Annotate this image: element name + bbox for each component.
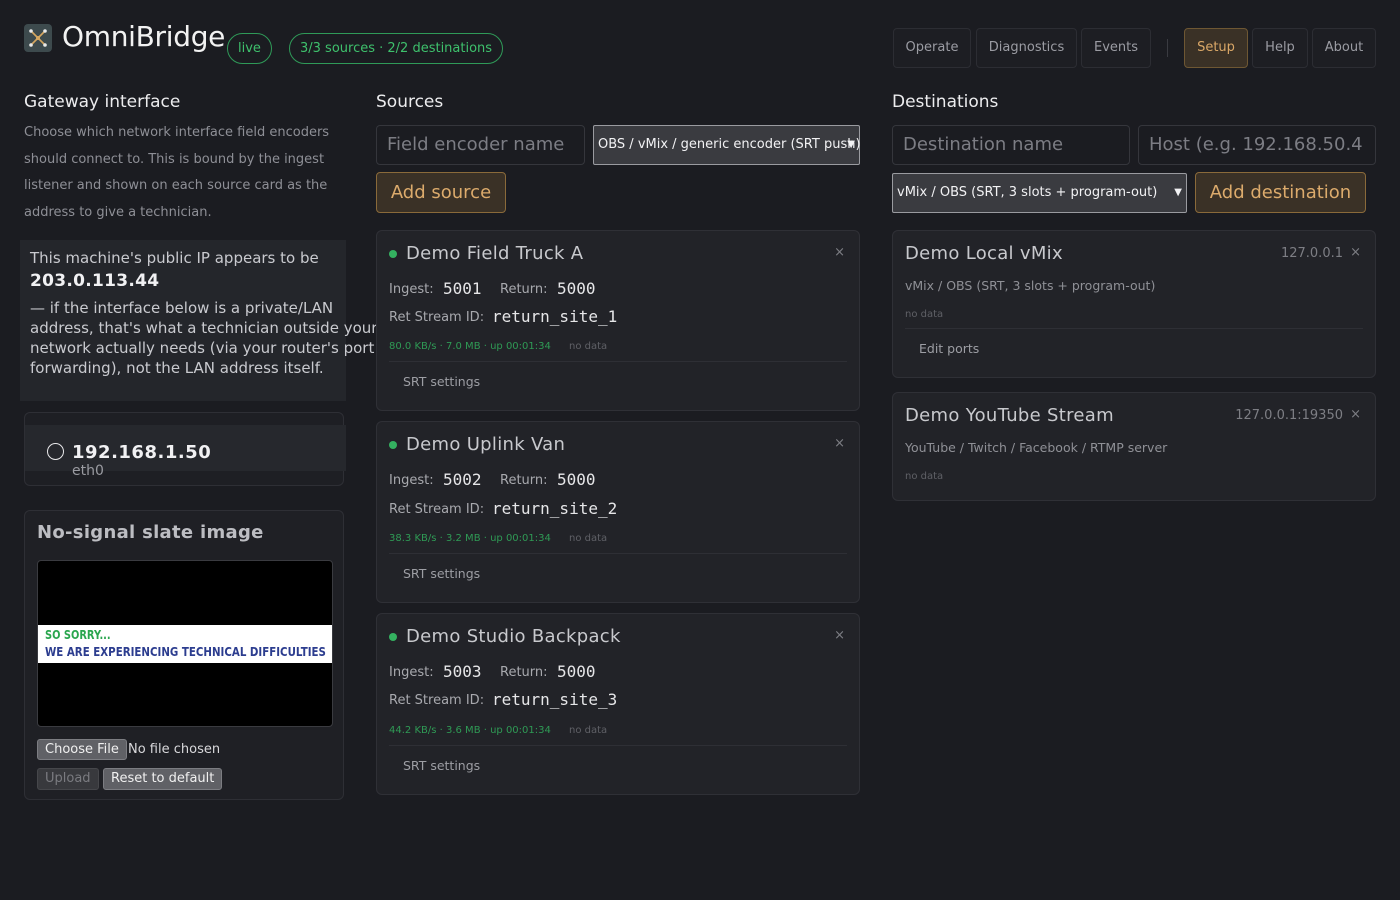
interface-ip: 192.168.1.50 <box>72 442 212 463</box>
destination-name: Demo Local vMix <box>905 243 1063 264</box>
ingest-port: 5003 <box>443 662 482 681</box>
nav-help[interactable]: Help <box>1252 28 1308 68</box>
destination-type: YouTube / Twitch / Facebook / RTMP serve… <box>905 440 1168 455</box>
no-data-text: no data <box>569 725 608 736</box>
source-card: Demo Field Truck A × Ingest: 5001 Return… <box>376 230 860 411</box>
ingest-label: Ingest: <box>389 282 434 297</box>
ingest-port: 5002 <box>443 470 482 489</box>
close-icon[interactable]: × <box>834 245 845 260</box>
slate-preview-image: SO SORRY... WE ARE EXPERIENCING TECHNICA… <box>37 560 333 727</box>
source-type-select[interactable]: OBS / vMix / generic encoder (SRT push) … <box>593 125 861 165</box>
return-port: 5000 <box>557 279 596 298</box>
stream-id-label: Ret Stream ID: <box>389 310 485 325</box>
gateway-section-title: Gateway interface <box>24 92 181 112</box>
source-card: Demo Uplink Van × Ingest: 5002 Return: 5… <box>376 421 860 603</box>
destination-type-select[interactable]: vMix / OBS (SRT, 3 slots + program-out) … <box>892 173 1187 213</box>
gateway-description: Choose which network interface field enc… <box>24 125 330 220</box>
source-name: Demo Field Truck A <box>406 243 584 264</box>
file-status-text: No file chosen <box>128 742 221 757</box>
destination-type: vMix / OBS (SRT, 3 slots + program-out) <box>905 278 1156 293</box>
return-port: 5000 <box>557 662 596 681</box>
interface-radio[interactable] <box>47 443 64 460</box>
destination-type-value: vMix / OBS (SRT, 3 slots + program-out) <box>897 185 1158 200</box>
slate-text-line2: WE ARE EXPERIENCING TECHNICAL DIFFICULTI… <box>45 644 326 659</box>
status-dot <box>389 633 397 641</box>
source-destination-summary-badge: 3/3 sources · 2/2 destinations <box>289 33 504 64</box>
destination-host-input[interactable]: Host (e.g. 192.168.50.4 <box>1138 125 1376 165</box>
stream-id-label: Ret Stream ID: <box>389 502 485 517</box>
status-dot <box>389 441 397 449</box>
stream-id-value: return_site_2 <box>492 499 618 518</box>
add-source-button[interactable]: Add source <box>376 172 506 213</box>
no-data-text: no data <box>905 309 944 320</box>
ingest-label: Ingest: <box>389 473 434 488</box>
return-label: Return: <box>500 665 548 680</box>
stream-stats: 80.0 KB/s · 7.0 MB · up 00:01:34 <box>389 341 551 352</box>
public-ip-prefix: This machine's public IP appears to be <box>30 249 319 267</box>
interface-name: eth0 <box>72 463 104 479</box>
stream-id-value: return_site_1 <box>492 307 618 326</box>
public-ip-note: — if the interface below is a private/LA… <box>30 299 378 377</box>
source-name: Demo Studio Backpack <box>406 626 621 647</box>
stream-id-label: Ret Stream ID: <box>389 693 485 708</box>
edit-ports-toggle[interactable]: Edit ports <box>919 341 979 356</box>
chevron-down-icon: ▼ <box>847 139 855 150</box>
no-data-text: no data <box>569 533 608 544</box>
destinations-section-title: Destinations <box>892 92 999 112</box>
choose-file-button[interactable]: Choose File <box>37 739 127 760</box>
add-destination-button[interactable]: Add destination <box>1195 172 1366 213</box>
destination-name: Demo YouTube Stream <box>905 405 1114 426</box>
brand-title: OmniBridge <box>62 20 226 53</box>
no-data-text: no data <box>905 471 944 482</box>
nav-diagnostics[interactable]: Diagnostics <box>976 28 1077 68</box>
close-icon[interactable]: × <box>1350 245 1361 260</box>
no-data-text: no data <box>569 341 608 352</box>
nav-operate[interactable]: Operate <box>893 28 971 68</box>
close-icon[interactable]: × <box>1350 407 1361 422</box>
srt-settings-toggle[interactable]: SRT settings <box>403 758 480 773</box>
nav-events[interactable]: Events <box>1081 28 1151 68</box>
slate-banner: SO SORRY... WE ARE EXPERIENCING TECHNICA… <box>38 625 332 663</box>
source-name-input[interactable]: Field encoder name <box>376 125 585 165</box>
return-label: Return: <box>500 473 548 488</box>
nav-about[interactable]: About <box>1312 28 1376 68</box>
public-ip-address: 203.0.113.44 <box>30 271 160 291</box>
destination-host: 127.0.0.1:19350 <box>1235 408 1343 423</box>
srt-settings-toggle[interactable]: SRT settings <box>403 566 480 581</box>
stream-id-value: return_site_3 <box>492 690 618 709</box>
source-type-value: OBS / vMix / generic encoder (SRT push) <box>598 137 861 152</box>
ingest-label: Ingest: <box>389 665 434 680</box>
nav-separator <box>1167 39 1168 57</box>
return-port: 5000 <box>557 470 596 489</box>
divider <box>905 328 1363 329</box>
omnibridge-logo-icon <box>24 24 52 52</box>
destination-card: Demo YouTube Stream 127.0.0.1:19350 × Yo… <box>892 392 1376 501</box>
source-name: Demo Uplink Van <box>406 434 566 455</box>
destination-card: Demo Local vMix 127.0.0.1 × vMix / OBS (… <box>892 230 1376 378</box>
ingest-port: 5001 <box>443 279 482 298</box>
slate-text-line1: SO SORRY... <box>45 628 111 642</box>
stream-stats: 44.2 KB/s · 3.6 MB · up 00:01:34 <box>389 725 551 736</box>
close-icon[interactable]: × <box>834 628 845 643</box>
destination-host: 127.0.0.1 <box>1280 246 1343 261</box>
reset-to-default-button[interactable]: Reset to default <box>103 768 223 790</box>
live-status-badge: live <box>227 33 272 64</box>
destination-name-input[interactable]: Destination name <box>892 125 1130 165</box>
stream-stats: 38.3 KB/s · 3.2 MB · up 00:01:34 <box>389 533 551 544</box>
upload-button[interactable]: Upload <box>37 768 99 790</box>
close-icon[interactable]: × <box>834 436 845 451</box>
divider <box>389 361 847 362</box>
srt-settings-toggle[interactable]: SRT settings <box>403 374 480 389</box>
status-dot <box>389 250 397 258</box>
divider <box>389 745 847 746</box>
divider <box>389 553 847 554</box>
source-card: Demo Studio Backpack × Ingest: 5003 Retu… <box>376 613 860 795</box>
slate-title: No-signal slate image <box>37 522 264 543</box>
nav-setup[interactable]: Setup <box>1184 28 1248 68</box>
return-label: Return: <box>500 282 548 297</box>
sources-section-title: Sources <box>376 92 444 112</box>
chevron-down-icon: ▼ <box>1174 187 1182 198</box>
